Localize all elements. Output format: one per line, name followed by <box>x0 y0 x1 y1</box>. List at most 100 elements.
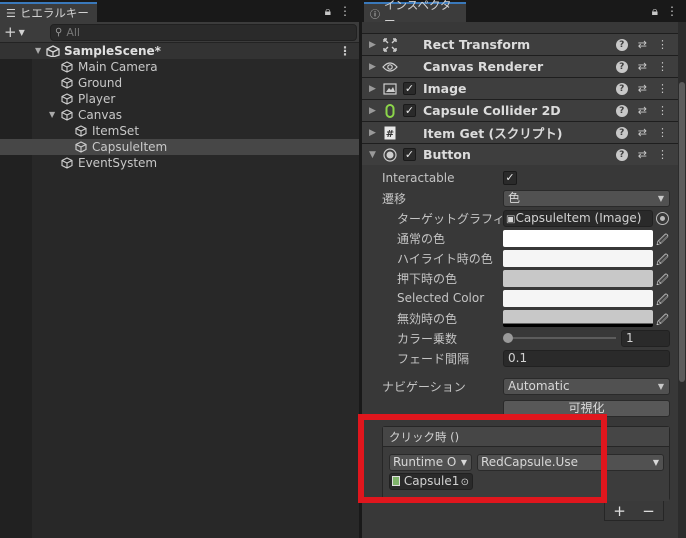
inspector-scrollbar[interactable] <box>678 22 686 538</box>
help-icon[interactable]: ? <box>615 148 628 161</box>
component-title: Capsule Collider 2D <box>423 103 561 118</box>
object-picker-icon[interactable] <box>656 211 669 225</box>
prop-selected-color: Selected Color 🖉︎ <box>362 288 678 308</box>
interactable-checkbox[interactable]: ✓ <box>503 171 517 185</box>
eyedropper-icon[interactable]: 🖉︎ <box>656 251 670 267</box>
component-item-get[interactable]: ▶ # Item Get (スクリプト) ? ⇄ ⋮ <box>362 121 678 143</box>
kebab-menu-icon[interactable]: ⋮ <box>657 60 668 73</box>
chevron-down-icon: ▼ <box>18 27 25 37</box>
expand-arrow-icon[interactable]: ▼ <box>49 107 55 123</box>
component-image[interactable]: ▶ ✓ Image ? ⇄ ⋮ <box>362 77 678 99</box>
scene-name: SampleScene* <box>64 44 161 58</box>
help-icon[interactable]: ? <box>615 126 628 139</box>
transition-dropdown[interactable]: 色 <box>503 189 670 207</box>
add-listener-button[interactable]: + <box>613 502 626 520</box>
capsule-collider-icon <box>382 103 398 119</box>
preset-icon[interactable]: ⇄ <box>638 60 647 73</box>
kebab-menu-icon[interactable]: ⋮ <box>339 4 351 19</box>
prop-fade-duration: フェード間隔 0.1 <box>362 348 678 368</box>
component-controls: ? ⇄ ⋮ <box>615 148 668 161</box>
hierarchy-item-selected[interactable]: CapsuleItem <box>0 139 359 155</box>
hierarchy-item[interactable]: Ground <box>0 75 359 91</box>
scene-kebab-icon[interactable]: ⋮ <box>339 43 351 59</box>
fade-duration-input[interactable]: 0.1 <box>503 349 670 367</box>
preset-icon[interactable]: ⇄ <box>638 148 647 161</box>
component-canvas-renderer[interactable]: ▶ Canvas Renderer ? ⇄ ⋮ <box>362 55 678 77</box>
inspector-tab-controls: 🔒︎ ⋮ <box>652 4 678 19</box>
selected-color-label: Selected Color <box>397 291 485 305</box>
prop-normal-color: 通常の色 🖉︎ <box>362 228 678 248</box>
component-button[interactable]: ▼ ✓ Button ? ⇄ ⋮ <box>362 143 678 165</box>
lock-icon[interactable]: 🔒︎ <box>325 4 331 19</box>
transition-label: 遷移 <box>382 191 407 206</box>
preset-icon[interactable]: ⇄ <box>638 104 647 117</box>
component-rect-transform[interactable]: ▶ Rect Transform ? ⇄ ⋮ <box>362 33 678 55</box>
expand-arrow-icon[interactable]: ▼ <box>35 43 41 59</box>
kebab-menu-icon[interactable]: ⋮ <box>666 4 678 19</box>
scrollbar-thumb[interactable] <box>679 82 685 382</box>
eyedropper-icon[interactable]: 🖉︎ <box>656 231 670 247</box>
hierarchy-search-input[interactable]: ⚲ All <box>50 24 357 41</box>
foldout-arrow-icon[interactable]: ▶ <box>369 40 376 50</box>
enabled-checkbox[interactable]: ✓ <box>403 148 416 161</box>
preset-icon[interactable]: ⇄ <box>638 38 647 51</box>
disabled-color-swatch[interactable] <box>503 309 653 327</box>
enabled-checkbox[interactable]: ✓ <box>403 104 416 117</box>
component-capsule-collider-2d[interactable]: ▶ ✓ Capsule Collider 2D ? ⇄ ⋮ <box>362 99 678 121</box>
color-multiplier-input[interactable]: 1 <box>621 329 670 347</box>
hierarchy-tab-controls: 🔒︎ ⋮ <box>325 4 351 19</box>
color-multiplier-slider-knob[interactable] <box>503 333 513 343</box>
hierarchy-item[interactable]: EventSystem <box>0 155 359 171</box>
pressed-color-label: 押下時の色 <box>397 271 458 286</box>
target-graphic-field[interactable]: ▣CapsuleItem (Image) <box>503 209 653 227</box>
hierarchy-item-label: ItemSet <box>92 124 140 138</box>
highlight-color-label: ハイライト時の色 <box>397 251 493 266</box>
preset-icon[interactable]: ⇄ <box>638 82 647 95</box>
help-icon[interactable]: ? <box>615 104 628 117</box>
hierarchy-item[interactable]: ▼ Canvas <box>0 107 359 123</box>
component-title: Canvas Renderer <box>423 59 544 74</box>
kebab-menu-icon[interactable]: ⋮ <box>657 38 668 51</box>
kebab-menu-icon[interactable]: ⋮ <box>657 126 668 139</box>
prop-disabled-color: 無効時の色 🖉︎ <box>362 308 678 328</box>
kebab-menu-icon[interactable]: ⋮ <box>657 148 668 161</box>
create-button[interactable]: + ▼ <box>4 23 32 41</box>
eyedropper-icon[interactable]: 🖉︎ <box>656 311 670 327</box>
preset-icon[interactable]: ⇄ <box>638 126 647 139</box>
gameobject-icon <box>61 157 73 169</box>
inspector-tab[interactable]: ⓘ インスペクター <box>364 0 466 28</box>
pressed-color-swatch[interactable] <box>503 269 653 287</box>
color-multiplier-slider-track[interactable] <box>508 337 616 339</box>
foldout-arrow-icon[interactable]: ▶ <box>369 106 376 116</box>
hierarchy-item[interactable]: ItemSet <box>0 123 359 139</box>
disabled-color-label: 無効時の色 <box>397 311 458 326</box>
help-icon[interactable]: ? <box>615 60 628 73</box>
remove-listener-button[interactable]: − <box>642 502 655 520</box>
onclick-add-remove: + − <box>604 501 664 521</box>
foldout-arrow-icon[interactable]: ▶ <box>369 84 376 94</box>
gameobject-icon <box>75 141 87 153</box>
hierarchy-item[interactable]: Main Camera <box>0 59 359 75</box>
eyedropper-icon[interactable]: 🖉︎ <box>656 271 670 287</box>
kebab-menu-icon[interactable]: ⋮ <box>657 82 668 95</box>
eye-icon <box>382 59 398 75</box>
help-icon[interactable]: ? <box>615 38 628 51</box>
enabled-checkbox[interactable]: ✓ <box>403 82 416 95</box>
hierarchy-item[interactable]: Player <box>0 91 359 107</box>
prop-transition: 遷移 色 <box>362 188 678 208</box>
highlight-color-swatch[interactable] <box>503 249 653 267</box>
navigation-dropdown[interactable]: Automatic <box>503 377 670 395</box>
rect-transform-icon <box>382 37 398 53</box>
help-icon[interactable]: ? <box>615 82 628 95</box>
foldout-arrow-icon[interactable]: ▶ <box>369 62 376 72</box>
list-icon: ☰ <box>6 6 16 20</box>
foldout-arrow-icon[interactable]: ▼ <box>369 150 376 160</box>
selected-color-swatch[interactable] <box>503 289 653 307</box>
lock-icon[interactable]: 🔒︎ <box>652 4 658 19</box>
foldout-arrow-icon[interactable]: ▶ <box>369 128 376 138</box>
normal-color-swatch[interactable] <box>503 229 653 247</box>
scene-row[interactable]: ▼ SampleScene* ⋮ <box>0 43 359 59</box>
kebab-menu-icon[interactable]: ⋮ <box>657 104 668 117</box>
hierarchy-tab[interactable]: ☰ ヒエラルキー <box>0 2 97 22</box>
eyedropper-icon[interactable]: 🖉︎ <box>656 291 670 307</box>
